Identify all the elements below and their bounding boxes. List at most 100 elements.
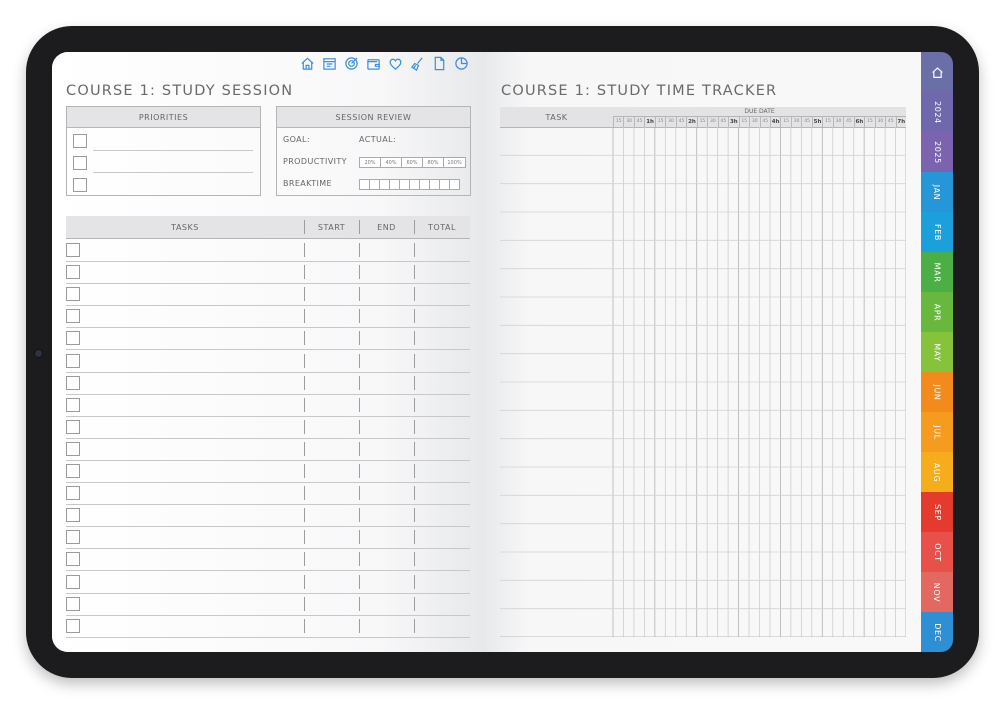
- tracker-grid[interactable]: [500, 127, 906, 637]
- task-row[interactable]: [66, 239, 470, 263]
- target-icon[interactable]: [342, 54, 360, 72]
- tab-jul[interactable]: JUL: [921, 412, 953, 452]
- task-row[interactable]: [66, 438, 470, 461]
- tab-label: JUN: [932, 384, 942, 400]
- task-row[interactable]: [66, 261, 470, 285]
- task-checkbox[interactable]: [66, 574, 80, 589]
- task-row[interactable]: [66, 416, 470, 439]
- productivity-20[interactable]: 20%: [359, 157, 381, 168]
- heart-icon[interactable]: [386, 54, 404, 72]
- tab-oct[interactable]: OCT: [921, 532, 953, 572]
- priority-checkbox[interactable]: [73, 134, 87, 148]
- tab-label: JAN: [932, 184, 942, 200]
- cell-divider: [304, 530, 305, 545]
- task-checkbox[interactable]: [66, 287, 80, 302]
- tab-may[interactable]: MAY: [921, 332, 953, 372]
- task-row[interactable]: [66, 327, 470, 351]
- tab-2024[interactable]: 2024: [921, 92, 953, 132]
- productivity-label: PRODUCTIVITY: [283, 157, 347, 166]
- tab-jun[interactable]: JUN: [921, 372, 953, 412]
- task-checkbox[interactable]: [66, 596, 80, 611]
- document-icon[interactable]: [430, 54, 448, 72]
- header-divider: [414, 220, 415, 234]
- task-checkbox[interactable]: [66, 419, 80, 434]
- task-checkbox[interactable]: [66, 486, 80, 501]
- tab-mar[interactable]: MAR: [921, 252, 953, 292]
- task-row[interactable]: [66, 394, 470, 417]
- tab-sep[interactable]: SEP: [921, 492, 953, 532]
- tab-nov[interactable]: NOV: [921, 572, 953, 612]
- breaktime-box[interactable]: [449, 179, 460, 190]
- goal-label: GOAL:: [283, 135, 310, 144]
- task-row[interactable]: [66, 548, 470, 572]
- priority-checkbox[interactable]: [73, 178, 87, 192]
- productivity-60[interactable]: 60%: [401, 157, 423, 168]
- calendar-icon[interactable]: [320, 54, 338, 72]
- cell-divider: [359, 419, 360, 434]
- task-row[interactable]: [66, 593, 470, 616]
- cell-divider: [304, 265, 305, 280]
- task-row[interactable]: [66, 571, 470, 594]
- cell-divider: [359, 486, 360, 501]
- task-checkbox[interactable]: [66, 464, 80, 478]
- time-label: 15: [654, 117, 665, 127]
- productivity-80[interactable]: 80%: [422, 157, 444, 168]
- productivity-40[interactable]: 40%: [380, 157, 402, 168]
- task-checkbox[interactable]: [66, 397, 80, 412]
- task-checkbox[interactable]: [66, 530, 80, 545]
- task-row[interactable]: [66, 526, 470, 550]
- time-label: 30: [832, 117, 843, 127]
- cell-divider: [304, 618, 305, 633]
- cell-divider: [359, 618, 360, 633]
- task-checkbox[interactable]: [66, 508, 80, 523]
- task-row[interactable]: [66, 482, 470, 506]
- task-checkbox[interactable]: [66, 441, 80, 456]
- productivity-100[interactable]: 100%: [443, 157, 466, 168]
- priority-line[interactable]: [93, 172, 253, 173]
- task-row[interactable]: [66, 372, 470, 395]
- tab-home[interactable]: [921, 52, 953, 92]
- task-checkbox[interactable]: [66, 309, 80, 324]
- task-row[interactable]: [66, 460, 470, 484]
- tab-label: APR: [932, 303, 942, 321]
- breaktime-boxes: [359, 179, 460, 190]
- tab-feb[interactable]: FEB: [921, 212, 953, 252]
- task-checkbox[interactable]: [66, 265, 80, 280]
- cell-divider: [304, 419, 305, 434]
- due-date-header: DUE DATE: [613, 107, 906, 117]
- tab-label: 2024: [932, 100, 942, 124]
- task-row[interactable]: [66, 283, 470, 307]
- cell-divider: [304, 397, 305, 412]
- task-row[interactable]: [66, 350, 470, 373]
- pie-chart-icon[interactable]: [452, 54, 470, 72]
- tab-apr[interactable]: APR: [921, 292, 953, 332]
- task-row[interactable]: [66, 305, 470, 329]
- task-checkbox[interactable]: [66, 331, 80, 346]
- task-checkbox[interactable]: [66, 552, 80, 567]
- cell-divider: [304, 375, 305, 390]
- wallet-icon[interactable]: [364, 54, 382, 72]
- task-checkbox[interactable]: [66, 375, 80, 390]
- tab-2025[interactable]: 2025: [921, 132, 953, 172]
- task-checkbox[interactable]: [66, 353, 80, 368]
- actual-label: ACTUAL:: [359, 135, 397, 144]
- breaktime-label: BREAKTIME: [283, 179, 333, 188]
- time-label: 4h: [769, 117, 780, 127]
- broom-icon[interactable]: [408, 54, 426, 72]
- task-row[interactable]: [66, 615, 470, 638]
- priority-checkbox[interactable]: [73, 156, 87, 170]
- task-row[interactable]: [66, 504, 470, 528]
- cell-divider: [359, 596, 360, 611]
- tab-aug[interactable]: AUG: [921, 452, 953, 492]
- priority-line[interactable]: [93, 150, 253, 151]
- tab-dec[interactable]: DEC: [921, 612, 953, 652]
- cell-divider: [359, 530, 360, 545]
- tab-jan[interactable]: JAN: [921, 172, 953, 212]
- task-checkbox[interactable]: [66, 618, 80, 633]
- time-label: 5h: [811, 117, 822, 127]
- cell-divider: [359, 375, 360, 390]
- home-icon[interactable]: [298, 54, 316, 72]
- tasks-column-header: TASKS: [171, 222, 199, 232]
- time-label: 15: [780, 117, 790, 127]
- task-checkbox[interactable]: [66, 243, 80, 257]
